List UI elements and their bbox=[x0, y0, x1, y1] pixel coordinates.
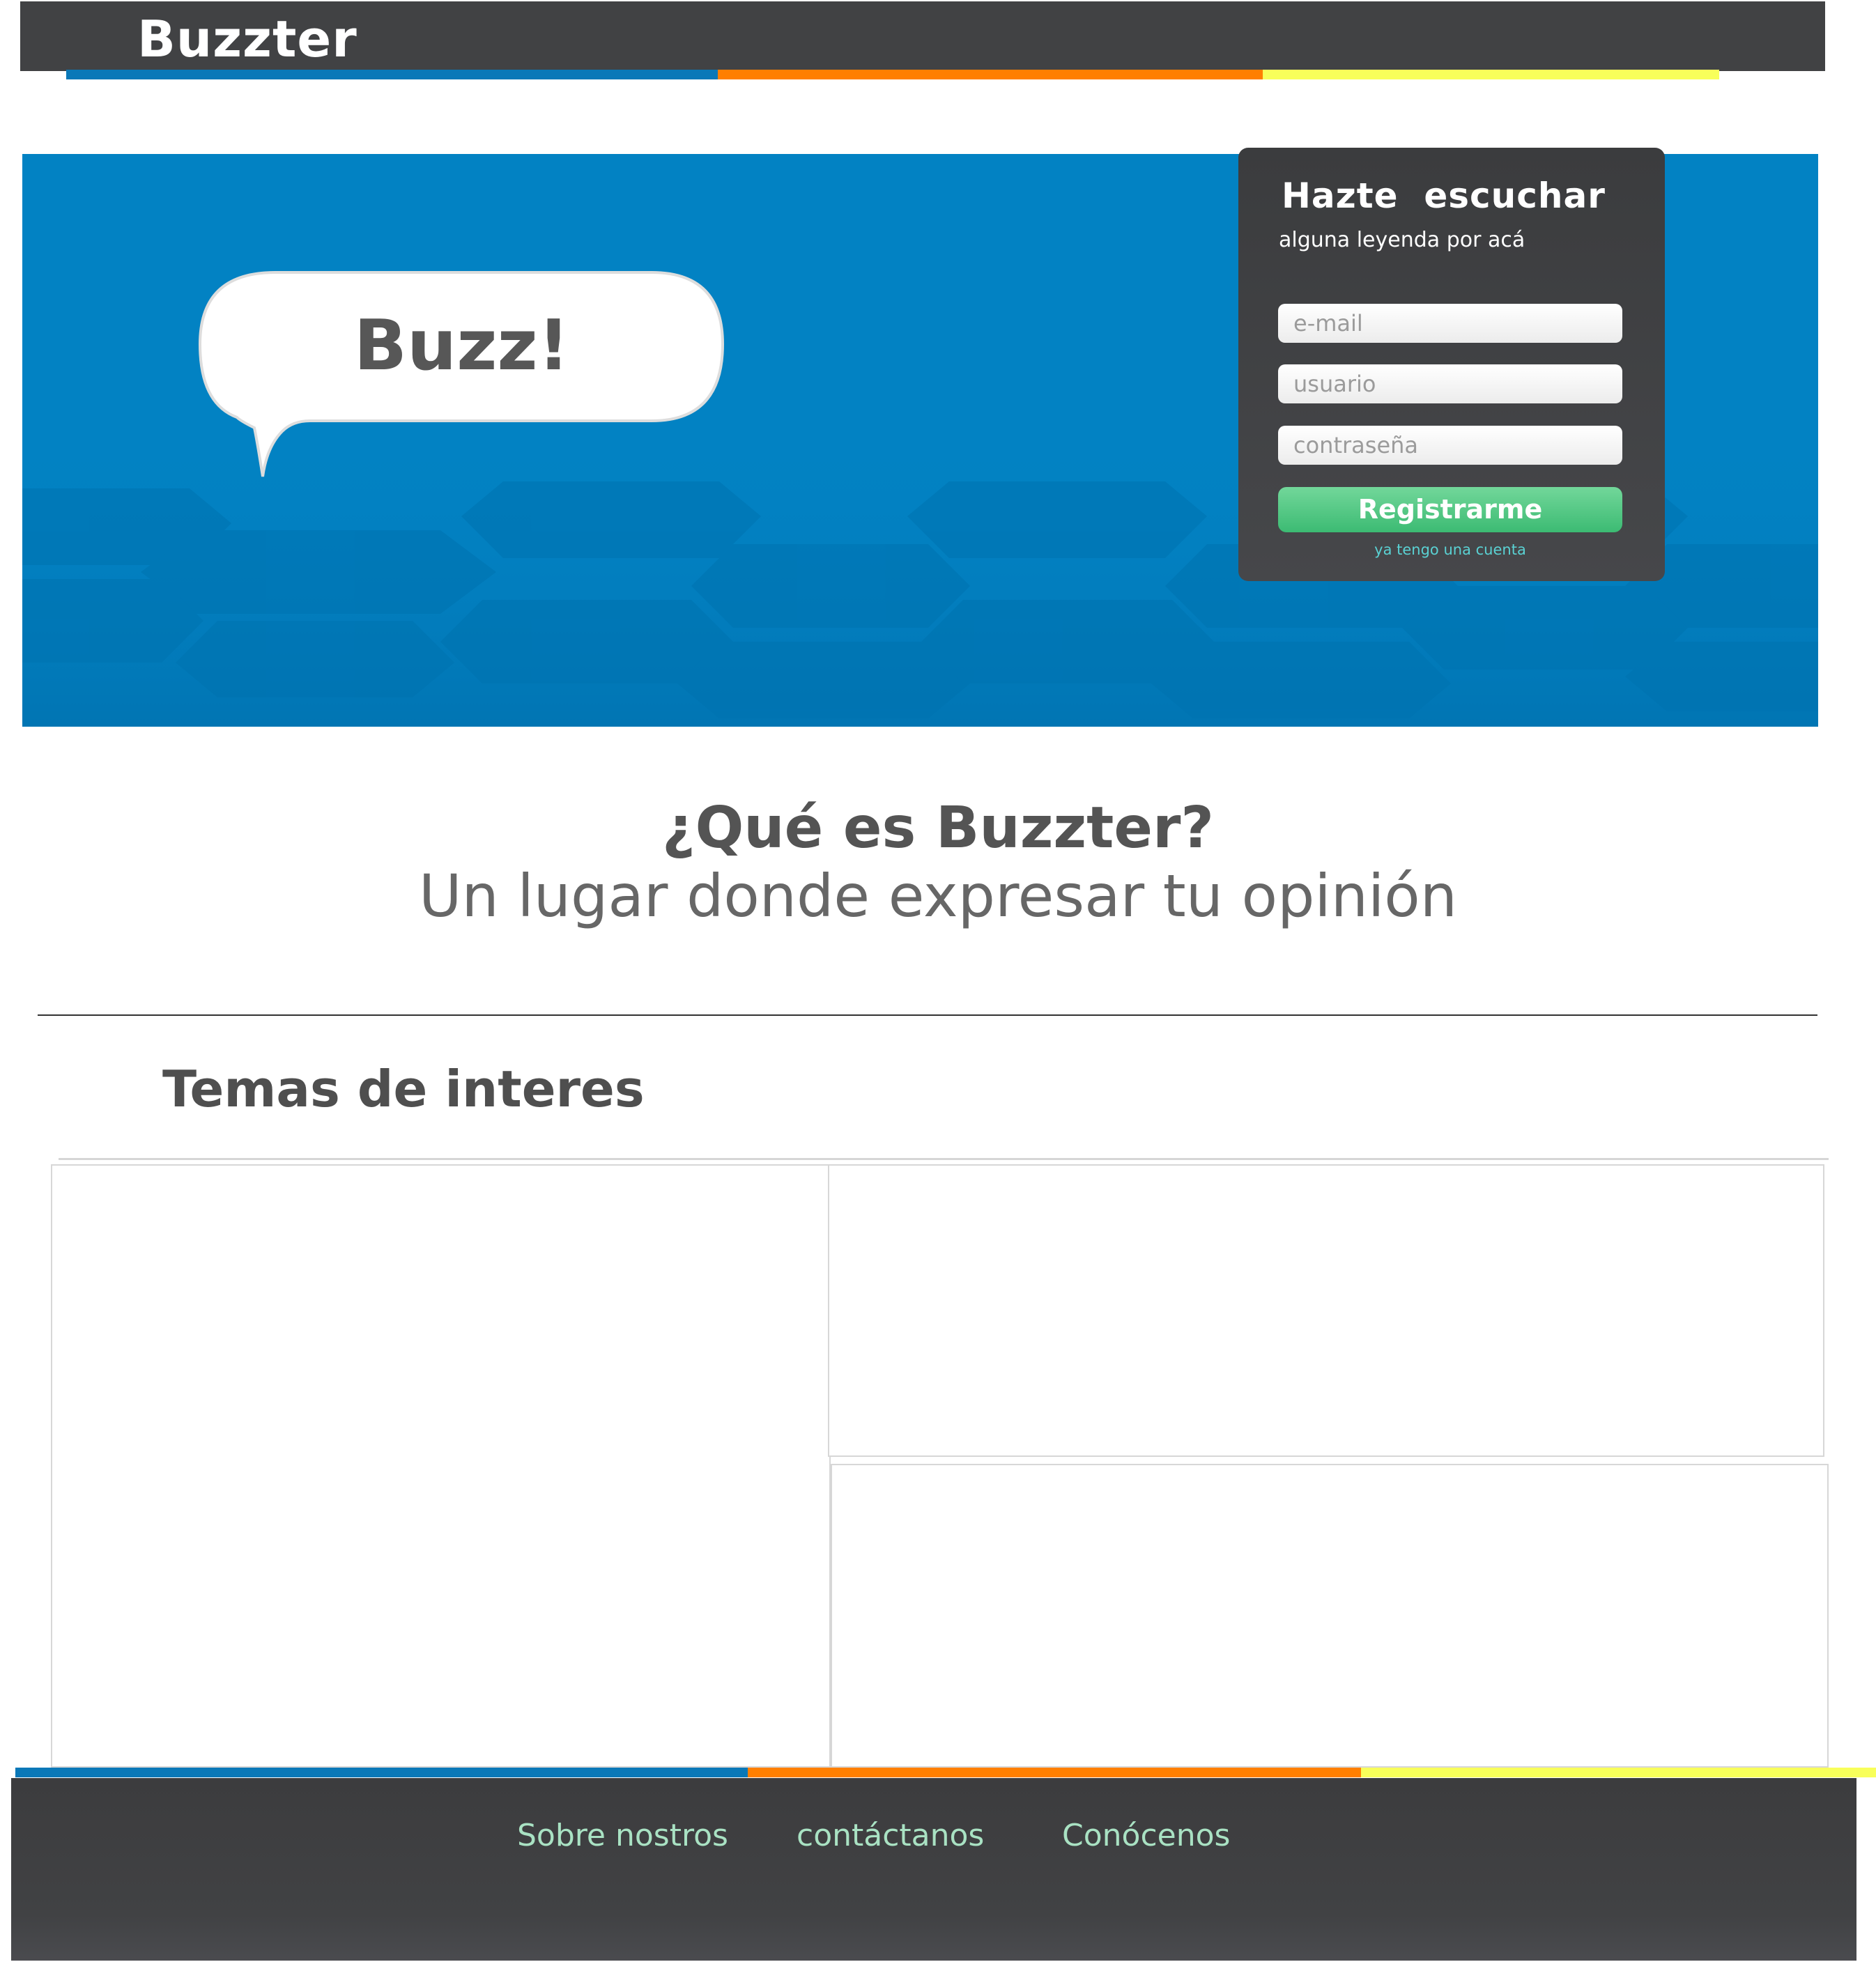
intro-title: ¿Qué es Buzzter? bbox=[662, 795, 1214, 861]
signup-subtitle: alguna leyenda por acá bbox=[1279, 228, 1525, 252]
email-field[interactable] bbox=[1278, 304, 1622, 343]
footer-link-about[interactable]: Sobre nostros bbox=[517, 1815, 728, 1857]
topics-title: Temas de interes bbox=[162, 1060, 645, 1118]
header-stripe-blue bbox=[66, 70, 718, 79]
topic-panel-large[interactable] bbox=[51, 1164, 831, 1768]
password-field[interactable] bbox=[1278, 426, 1622, 465]
header-stripe-orange bbox=[718, 70, 1263, 79]
signup-title: Hazte escuchar bbox=[1282, 176, 1606, 216]
topics-divider bbox=[59, 1158, 1829, 1160]
header-stripe-yellow bbox=[1263, 70, 1719, 79]
topic-panel-bottom-right[interactable] bbox=[831, 1464, 1829, 1768]
footer-stripe-blue bbox=[15, 1768, 748, 1777]
footer-link-meet-us[interactable]: Conócenos bbox=[1062, 1815, 1230, 1857]
site-logo[interactable]: Buzzter bbox=[137, 11, 357, 67]
footer-stripe-orange bbox=[748, 1768, 1361, 1777]
login-link[interactable]: ya tengo una cuenta bbox=[1278, 539, 1622, 560]
register-button[interactable]: Registrarme bbox=[1278, 487, 1622, 532]
bubble-text: Buzz! bbox=[353, 304, 570, 386]
intro-subtitle: Un lugar donde expresar tu opinión bbox=[419, 862, 1457, 930]
username-field[interactable] bbox=[1278, 364, 1622, 403]
footer-bar bbox=[11, 1778, 1856, 1961]
topic-panel-top-right[interactable] bbox=[828, 1164, 1824, 1457]
footer-link-contact[interactable]: contáctanos bbox=[797, 1815, 984, 1857]
footer-stripe-yellow bbox=[1361, 1768, 1876, 1777]
section-divider bbox=[38, 1014, 1817, 1016]
